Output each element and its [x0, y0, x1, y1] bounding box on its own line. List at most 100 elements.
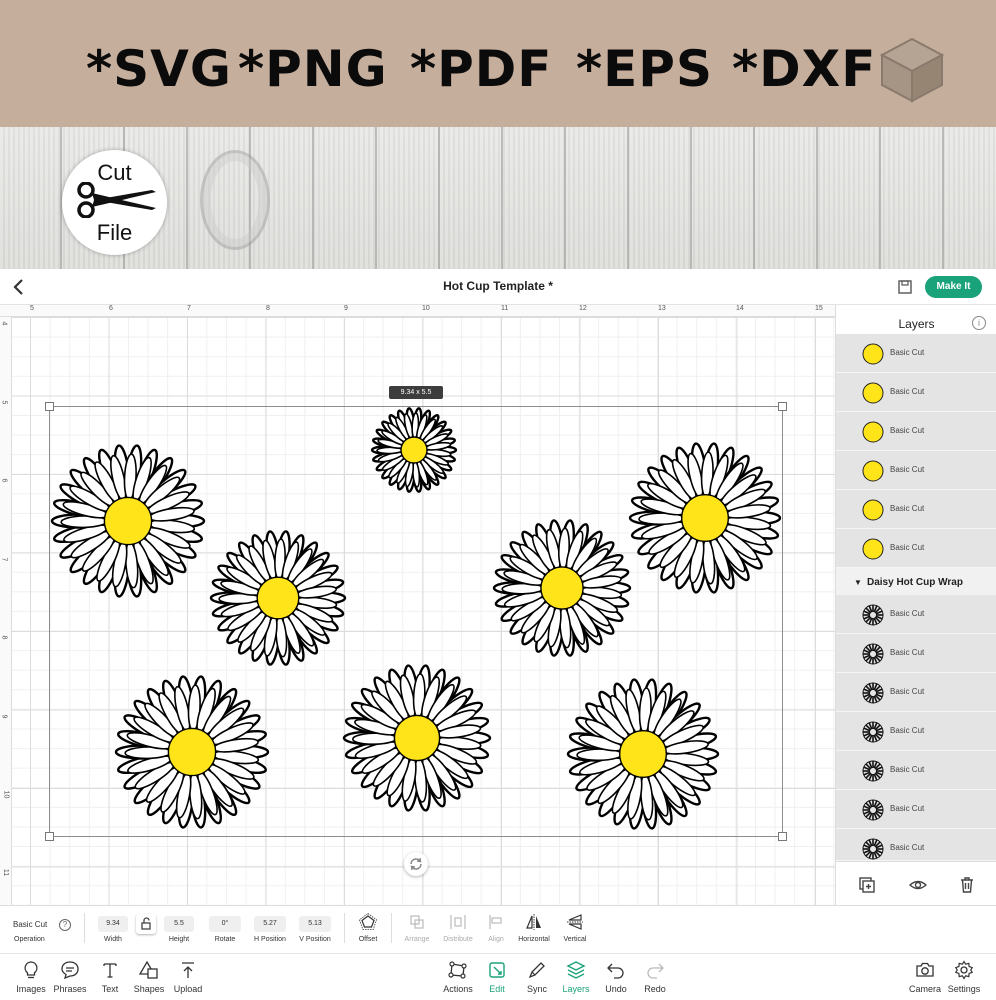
actions-button[interactable]: Actions	[438, 960, 478, 994]
h-position-input[interactable]: 5.27	[254, 916, 286, 932]
duplicate-icon[interactable]	[858, 876, 876, 894]
layer-item[interactable]: Basic Cut	[836, 790, 996, 829]
resize-handle[interactable]	[45, 832, 54, 841]
layers-icon	[566, 961, 586, 979]
layer-item[interactable]: Basic Cut	[836, 451, 996, 490]
wood-knot	[200, 150, 270, 250]
caret-down-icon[interactable]: ▼	[854, 578, 862, 587]
ruler-tick: 6	[0, 478, 8, 483]
edit-button[interactable]: Edit	[477, 960, 517, 994]
resize-handle[interactable]	[778, 832, 787, 841]
undo-button[interactable]: Undo	[596, 960, 636, 994]
width-input[interactable]: 9.34	[98, 916, 128, 932]
layer-item[interactable]: Basic Cut	[836, 634, 996, 673]
camera-label: Camera	[908, 984, 941, 994]
toolbar-divider	[344, 913, 345, 943]
ruler-tick: 5	[30, 305, 34, 312]
trash-icon[interactable]	[958, 876, 976, 894]
redo-label: Redo	[644, 984, 666, 994]
layers-button[interactable]: Layers	[556, 960, 596, 994]
eye-icon[interactable]	[909, 876, 927, 894]
images-button[interactable]: Images	[11, 960, 51, 994]
gear-icon	[954, 960, 974, 980]
ruler-tick: 7	[0, 557, 8, 562]
operation-select[interactable]: Basic Cut	[13, 920, 47, 929]
lock-button[interactable]	[136, 914, 156, 934]
layer-label: Basic Cut	[890, 648, 925, 657]
dimension-tag: 9.34 x 5.5	[389, 386, 443, 399]
undo-label: Undo	[605, 984, 627, 994]
flip-vertical-icon[interactable]	[566, 913, 584, 931]
camera-button[interactable]: Camera	[905, 960, 945, 994]
shapes-icon	[139, 960, 158, 979]
sync-button[interactable]: Sync	[517, 960, 557, 994]
speech-bubble-icon	[61, 961, 79, 980]
layer-label: Basic Cut	[890, 543, 925, 552]
ruler-tick: 6	[109, 305, 113, 312]
info-icon[interactable]: i	[972, 316, 986, 330]
ruler-tick: 10	[422, 305, 430, 312]
layer-group-name: Daisy Hot Cup Wrap	[867, 577, 963, 588]
daisy-thumb-icon	[862, 604, 884, 626]
width-label: Width	[104, 936, 122, 943]
shapes-button[interactable]: Shapes	[129, 960, 169, 994]
resize-handle[interactable]	[778, 402, 787, 411]
save-icon[interactable]	[896, 278, 914, 296]
layer-item[interactable]: Basic Cut	[836, 373, 996, 412]
upload-icon	[182, 962, 194, 978]
layer-item[interactable]: Basic Cut	[836, 751, 996, 790]
daisy-thumb-icon	[862, 682, 884, 704]
ruler-top: 5 6 7 8 9 10 11 12 13 14 15	[0, 305, 835, 317]
ruler-tick: 7	[187, 305, 191, 312]
format-eps: *EPS	[576, 40, 713, 98]
layer-label: Basic Cut	[890, 465, 925, 474]
layer-item[interactable]: Basic Cut	[836, 673, 996, 712]
layer-item[interactable]: Basic Cut	[836, 712, 996, 751]
layer-item[interactable]: Basic Cut	[836, 595, 996, 634]
layer-item[interactable]: Basic Cut	[836, 412, 996, 451]
selection-box[interactable]	[49, 406, 783, 837]
ruler-left: 4 5 6 7 8 9 10 11	[0, 317, 12, 905]
upload-button[interactable]: Upload	[168, 960, 208, 994]
rotate-button[interactable]	[404, 852, 428, 876]
phrases-button[interactable]: Phrases	[50, 960, 90, 994]
distribute-icon	[450, 915, 466, 929]
sync-label: Sync	[526, 984, 547, 994]
height-label: Height	[168, 936, 190, 943]
sync-icon	[528, 962, 545, 979]
make-it-button[interactable]: Make It	[925, 276, 982, 298]
yellow-circle-thumb-icon	[862, 538, 884, 560]
align-label: Align	[488, 936, 504, 943]
offset-label: Offset	[358, 936, 378, 943]
settings-button[interactable]: Settings	[944, 960, 984, 994]
ruler-tick: 11	[2, 868, 10, 877]
layers-panel: Layers i Basic Cut Basic Cut Basic Cut B…	[835, 305, 996, 905]
ruler-tick: 9	[344, 305, 348, 312]
layer-label: Basic Cut	[890, 387, 925, 396]
flip-horizontal-icon[interactable]	[525, 913, 543, 931]
ruler-tick: 11	[501, 305, 509, 312]
phrases-label: Phrases	[53, 984, 87, 994]
layer-item[interactable]: Basic Cut	[836, 529, 996, 568]
format-dxf: *DXF	[732, 40, 877, 98]
layer-label: Basic Cut	[890, 609, 925, 618]
v-position-input[interactable]: 5.13	[299, 916, 331, 932]
text-button[interactable]: Text	[90, 960, 130, 994]
offset-icon[interactable]	[359, 913, 377, 931]
layer-group-header[interactable]: ▼ Daisy Hot Cup Wrap	[836, 571, 996, 595]
layer-item[interactable]: Basic Cut	[836, 829, 996, 861]
layer-label: Basic Cut	[890, 426, 925, 435]
distribute-label: Distribute	[443, 936, 473, 943]
text-label: Text	[101, 984, 119, 994]
resize-handle[interactable]	[45, 402, 54, 411]
ruler-tick: 5	[0, 400, 8, 405]
redo-button[interactable]: Redo	[635, 960, 675, 994]
rotate-input[interactable]: 0°	[209, 916, 241, 932]
lock-icon	[141, 917, 151, 930]
help-icon[interactable]: ?	[59, 919, 71, 931]
layer-item[interactable]: Basic Cut	[836, 490, 996, 529]
height-input[interactable]: 5.5	[164, 916, 194, 932]
daisy-thumb-icon	[862, 643, 884, 665]
yellow-circle-thumb-icon	[862, 499, 884, 521]
layer-item[interactable]: Basic Cut	[836, 334, 996, 373]
